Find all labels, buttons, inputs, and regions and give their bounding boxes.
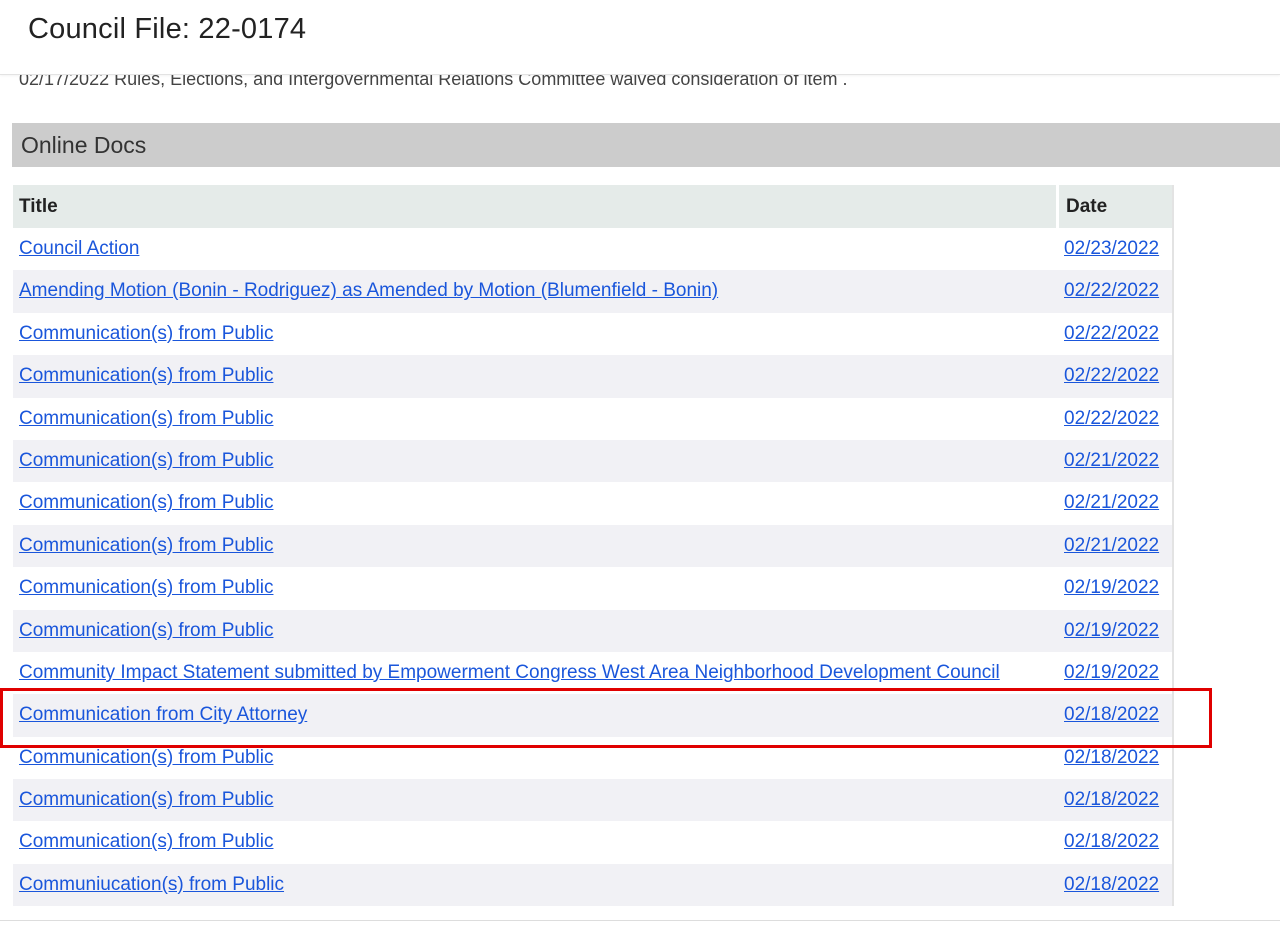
online-docs-section-header: Online Docs xyxy=(12,123,1280,167)
table-row: Communication(s) from Public 02/19/2022 xyxy=(13,567,1172,610)
document-date-link[interactable]: 02/18/2022 xyxy=(1064,779,1159,821)
document-date-link[interactable]: 02/19/2022 xyxy=(1064,610,1159,652)
table-row: Communication(s) from Public 02/22/2022 xyxy=(13,312,1172,356)
document-title-link[interactable]: Communiucation(s) from Public xyxy=(19,864,284,906)
table-header: Title Date xyxy=(13,185,1172,228)
document-title-link[interactable]: Council Action xyxy=(19,228,139,270)
document-title-link[interactable]: Communication(s) from Public xyxy=(19,821,273,863)
table-row: Communication(s) from Public 02/18/2022 xyxy=(13,736,1172,780)
table-row: Communication(s) from Public 02/21/2022 xyxy=(13,439,1172,483)
document-date-link[interactable]: 02/23/2022 xyxy=(1064,228,1159,270)
document-title-link[interactable]: Communication(s) from Public xyxy=(19,313,273,355)
document-date-link[interactable]: 02/18/2022 xyxy=(1064,864,1159,906)
page-header: Council File: 22-0174 xyxy=(0,0,1280,75)
table-body: Council Action 02/23/2022 Amending Motion … xyxy=(13,228,1172,907)
table-row: Communication from City Attorney 02/18/20… xyxy=(13,694,1172,737)
document-title-link[interactable]: Communication(s) from Public xyxy=(19,482,273,524)
document-date-link[interactable]: 02/19/2022 xyxy=(1064,567,1159,609)
table-row: Communication(s) from Public 02/18/2022 xyxy=(13,821,1172,864)
document-date-link[interactable]: 02/18/2022 xyxy=(1064,737,1159,779)
page: 02/17/2022 Rules, Elections, and Intergo… xyxy=(0,0,1280,929)
document-title-link[interactable]: Community Impact Statement submitted by … xyxy=(19,652,1000,694)
divider xyxy=(0,920,1280,921)
section-title: Online Docs xyxy=(21,132,147,158)
document-date-link[interactable]: 02/21/2022 xyxy=(1064,525,1159,567)
document-date-link[interactable]: 02/22/2022 xyxy=(1064,313,1159,355)
document-date-link[interactable]: 02/18/2022 xyxy=(1064,694,1159,736)
column-header-date: Date xyxy=(1056,185,1169,228)
document-date-link[interactable]: 02/21/2022 xyxy=(1064,440,1159,482)
column-header-title: Title xyxy=(19,196,58,217)
table-row: Communication(s) from Public 02/19/2022 xyxy=(13,609,1172,652)
table-row: Communication(s) from Public 02/21/2022 xyxy=(13,482,1172,525)
document-date-link[interactable]: 02/22/2022 xyxy=(1064,355,1159,397)
document-date-link[interactable]: 02/21/2022 xyxy=(1064,482,1159,524)
document-date-link[interactable]: 02/19/2022 xyxy=(1064,652,1159,694)
document-title-link[interactable]: Communication(s) from Public xyxy=(19,737,273,779)
document-title-link[interactable]: Communication(s) from Public xyxy=(19,567,273,609)
document-title-link[interactable]: Communication(s) from Public xyxy=(19,440,273,482)
table-row: Communication(s) from Public 02/21/2022 xyxy=(13,524,1172,568)
table-row: Council Action 02/23/2022 xyxy=(13,228,1172,271)
document-date-link[interactable]: 02/22/2022 xyxy=(1064,270,1159,312)
document-date-link[interactable]: 02/18/2022 xyxy=(1064,821,1159,863)
online-docs-table: Title Date Council Action 02/23/2022 Amend… xyxy=(13,185,1174,907)
table-row: Communication(s) from Public 02/22/2022 xyxy=(13,397,1172,440)
document-title-link[interactable]: Communication from City Attorney xyxy=(19,694,307,736)
document-title-link[interactable]: Communication(s) from Public xyxy=(19,610,273,652)
table-row: Community Impact Statement submitted by … xyxy=(13,651,1172,695)
document-title-link[interactable]: Communication(s) from Public xyxy=(19,525,273,567)
table-row: Communiucation(s) from Public 02/18/2022 xyxy=(13,863,1172,907)
document-title-link[interactable]: Communication(s) from Public xyxy=(19,398,273,440)
table-row: Communication(s) from Public 02/22/2022 xyxy=(13,355,1172,398)
document-title-link[interactable]: Communication(s) from Public xyxy=(19,779,273,821)
document-date-link[interactable]: 02/22/2022 xyxy=(1064,398,1159,440)
document-title-link[interactable]: Amending Motion (Bonin - Rodriguez) as A… xyxy=(19,270,718,312)
page-title: Council File: 22-0174 xyxy=(28,13,307,45)
table-row: Communication(s) from Public 02/18/2022 xyxy=(13,779,1172,822)
document-title-link[interactable]: Communication(s) from Public xyxy=(19,355,273,397)
table-row: Amending Motion (Bonin - Rodriguez) as A… xyxy=(13,270,1172,313)
